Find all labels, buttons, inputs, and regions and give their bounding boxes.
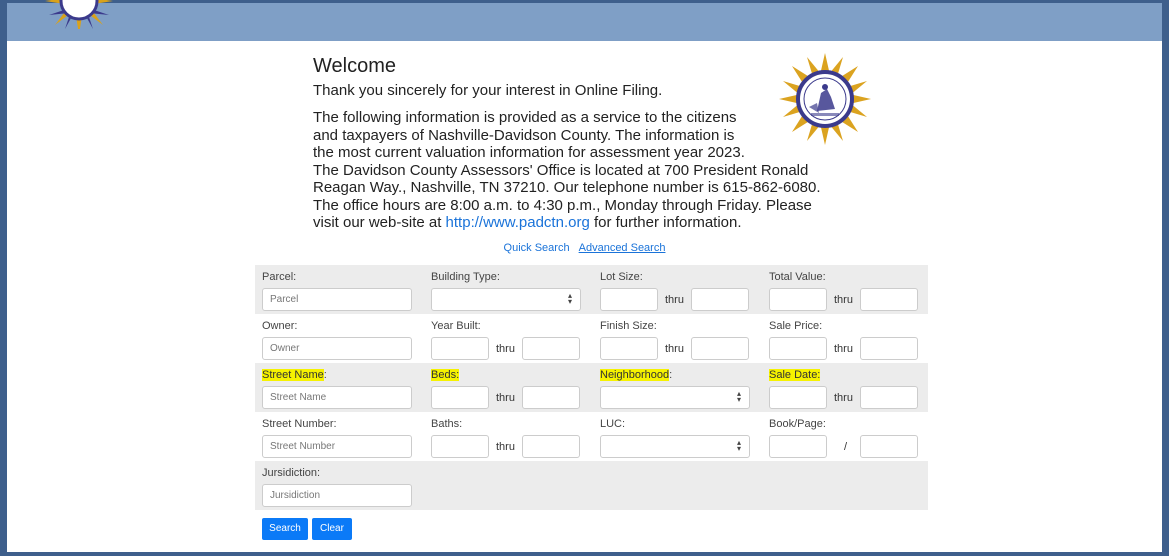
intro-line: the most current valuation information f… (313, 144, 745, 161)
sale-date-label-text: Sale Date: (769, 369, 821, 381)
street-name-label: Street Name: (262, 369, 327, 381)
baths-from-input[interactable] (431, 435, 489, 458)
form-row: Jursidiction: Jursidiction (255, 461, 928, 510)
total-value-to-input[interactable] (860, 288, 918, 311)
book-page-separator: / (844, 441, 848, 453)
luc-label: LUC: (600, 418, 626, 430)
thru-label: thru (834, 392, 853, 404)
sale-price-to-input[interactable] (860, 337, 918, 360)
thru-label: thru (665, 294, 684, 306)
search-button[interactable]: Search (262, 518, 308, 540)
finish-size-label: Finish Size: (600, 320, 657, 332)
street-number-label: Street Number: (262, 418, 337, 430)
thru-label: thru (665, 343, 684, 355)
thru-label: thru (496, 441, 515, 453)
finish-size-from-input[interactable] (600, 337, 658, 360)
lot-size-to-input[interactable] (691, 288, 749, 311)
parcel-label: Parcel: (262, 271, 297, 283)
neighborhood-label-colon: : (669, 369, 673, 381)
sale-price-from-input[interactable] (769, 337, 827, 360)
street-name-label-text: Street Name (262, 369, 324, 381)
street-name-input[interactable]: Street Name (262, 386, 412, 409)
beds-from-input[interactable] (431, 386, 489, 409)
luc-select[interactable]: ▴ ▾ (600, 435, 750, 458)
intro-line: The following information is provided as… (313, 109, 737, 126)
page-input[interactable] (860, 435, 918, 458)
building-type-select[interactable]: ▴ ▾ (431, 288, 581, 311)
thru-label: thru (834, 294, 853, 306)
intro-line: Reagan Way., Nashville, TN 37210. Our te… (313, 179, 821, 196)
thru-label: thru (496, 343, 515, 355)
sale-date-to-input[interactable] (860, 386, 918, 409)
baths-to-input[interactable] (522, 435, 580, 458)
finish-size-to-input[interactable] (691, 337, 749, 360)
jurisdiction-input[interactable]: Jursidiction (262, 484, 412, 507)
neighborhood-label-text: Neighborhood (600, 369, 670, 381)
county-seal-image (778, 52, 872, 146)
intro-line: and taxpayers of Nashville-Davidson Coun… (313, 126, 735, 144)
sale-date-label: Sale Date: (769, 369, 821, 381)
select-arrows-icon: ▴ ▾ (736, 438, 741, 453)
form-row: Owner: Owner Year Built: thru Finish Siz… (255, 314, 928, 363)
beds-to-input[interactable] (522, 386, 580, 409)
intro-thanks: Thank you sincerely for your interest in… (313, 82, 663, 99)
thru-label: thru (496, 392, 515, 404)
book-page-label: Book/Page: (769, 418, 826, 430)
thru-label: thru (834, 343, 853, 355)
sale-price-label: Sale Price: (769, 320, 823, 332)
baths-label: Baths: (431, 418, 463, 430)
total-value-label: Total Value: (769, 271, 826, 283)
beds-label-text: Beds: (431, 369, 460, 381)
advanced-search-link[interactable]: Advanced Search (579, 242, 666, 254)
street-number-input[interactable]: Street Number (262, 435, 412, 458)
sale-date-from-input[interactable] (769, 386, 827, 409)
intro-text-suffix: for further information. (589, 214, 742, 231)
building-type-label: Building Type: (431, 271, 500, 283)
intro-line: The office hours are 8:00 a.m. to 4:30 p… (313, 196, 812, 214)
quick-search-link[interactable]: Quick Search (504, 242, 570, 254)
page-title: Welcome (313, 55, 396, 77)
year-built-label: Year Built: (431, 320, 481, 332)
website-link[interactable]: http://www.padctn.org (446, 214, 590, 231)
intro-line: The Davidson County Assessors' Office is… (313, 161, 809, 179)
intro-text-prefix: visit our web-site at (313, 214, 446, 231)
book-input[interactable] (769, 435, 827, 458)
street-name-label-colon: : (323, 369, 327, 381)
select-arrows-icon: ▴ ▾ (736, 389, 741, 404)
form-row: Street Number: Street Number Baths: thru… (255, 412, 928, 461)
neighborhood-label: Neighborhood: (600, 369, 672, 381)
form-row: Street Name: Street Name Beds: thru Neig… (255, 363, 928, 412)
parcel-input[interactable]: Parcel (262, 288, 412, 311)
neighborhood-select[interactable]: ▴ ▾ (600, 386, 750, 409)
form-row: Parcel: Parcel Building Type: ▴ ▾ Lot Siz… (255, 265, 928, 314)
clear-button[interactable]: Clear (312, 518, 352, 540)
beds-label: Beds: (431, 369, 460, 381)
total-value-from-input[interactable] (769, 288, 827, 311)
intro-last-line: visit our web-site at http://www.padctn.… (313, 214, 742, 232)
owner-input[interactable]: Owner (262, 337, 412, 360)
advanced-search-form: Parcel: Parcel Building Type: ▴ ▾ Lot Siz… (255, 265, 928, 510)
lot-size-label: Lot Size: (600, 271, 643, 283)
owner-label: Owner: (262, 320, 298, 332)
jurisdiction-label: Jursidiction: (262, 467, 321, 479)
search-mode-links: Quick Search Advanced Search (0, 242, 1169, 254)
lot-size-from-input[interactable] (600, 288, 658, 311)
year-built-from-input[interactable] (431, 337, 489, 360)
year-built-to-input[interactable] (522, 337, 580, 360)
select-arrows-icon: ▴ ▾ (567, 291, 572, 306)
